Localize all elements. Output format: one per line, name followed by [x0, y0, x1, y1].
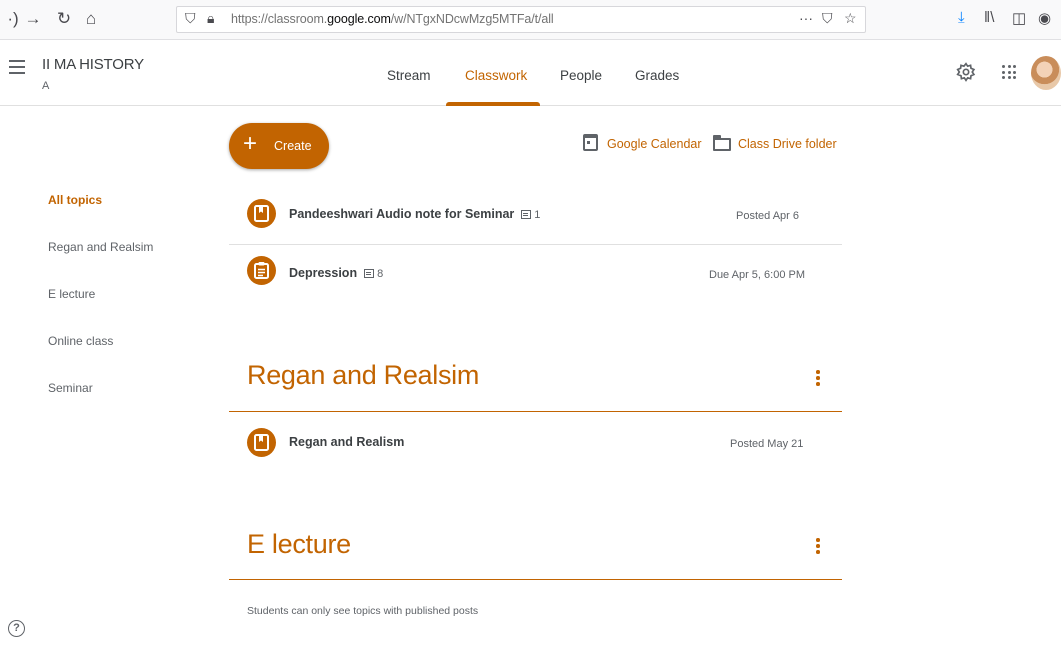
plus-icon: +: [243, 130, 258, 157]
shield-icon[interactable]: ⛉: [185, 10, 196, 27]
class-title[interactable]: II MA HISTORY: [42, 56, 144, 73]
classroom-header: II MA HISTORY A Stream Classwork People …: [0, 40, 1061, 106]
item-date: Due Apr 5, 6:00 PM: [709, 269, 805, 281]
comment-icon: [364, 269, 375, 278]
bookmark-star-icon[interactable]: ☆: [844, 10, 857, 27]
item-title[interactable]: Depression: [289, 266, 357, 280]
comment-count: 8: [377, 268, 384, 280]
assignment-icon[interactable]: [247, 256, 276, 285]
tab-people[interactable]: People: [560, 68, 602, 83]
pocket-icon[interactable]: ⛉: [822, 10, 833, 27]
tab-grades[interactable]: Grades: [635, 68, 679, 83]
sidebar-item-online-class[interactable]: Online class: [48, 334, 113, 348]
section-divider: [229, 579, 842, 580]
list-item[interactable]: Depression 8: [289, 266, 383, 280]
lock-icon[interactable]: 🔒︎: [207, 10, 214, 27]
class-drive-folder-link[interactable]: Class Drive folder: [738, 137, 837, 151]
address-bar[interactable]: ⛉ 🔒︎ https://classroom.google.com/w/NTgx…: [176, 6, 866, 33]
topic-heading-regan-and-realsim[interactable]: Regan and Realsim: [247, 360, 479, 391]
download-icon[interactable]: ⤓: [958, 9, 965, 26]
browser-toolbar: ·) → ↻ ⌂ ⛉ 🔒︎ https://classroom.google.c…: [0, 0, 1061, 40]
topics-visibility-note: Students can only see topics with publis…: [247, 605, 479, 617]
folder-icon[interactable]: [713, 135, 731, 151]
settings-gear-icon[interactable]: [956, 62, 976, 82]
active-tab-indicator: [446, 102, 540, 106]
sidebar-item-regan-and-realsim[interactable]: Regan and Realsim: [48, 240, 153, 254]
reload-icon[interactable]: ↻: [53, 8, 75, 30]
item-title[interactable]: Pandeeshwari Audio note for Seminar: [289, 207, 514, 221]
item-title[interactable]: Regan and Realism: [289, 435, 404, 449]
more-vert-icon[interactable]: [816, 538, 820, 554]
comment-count: 1: [534, 209, 541, 221]
topic-heading-e-lecture[interactable]: E lecture: [247, 529, 351, 560]
account-icon[interactable]: ◉: [1038, 9, 1051, 27]
material-icon[interactable]: [247, 428, 276, 457]
item-date: Posted Apr 6: [736, 210, 799, 222]
google-apps-icon[interactable]: [1002, 65, 1016, 79]
sidebar-item-seminar[interactable]: Seminar: [48, 381, 93, 395]
material-icon[interactable]: [247, 199, 276, 228]
help-icon[interactable]: ?: [8, 620, 25, 637]
list-item[interactable]: Regan and Realism: [289, 435, 404, 449]
home-icon[interactable]: ⌂: [80, 8, 102, 30]
comment-icon: [521, 210, 532, 219]
forward-icon[interactable]: →: [22, 8, 44, 30]
create-button[interactable]: + Create: [229, 123, 329, 169]
sidebar-item-e-lecture[interactable]: E lecture: [48, 287, 95, 301]
back-icon[interactable]: ·): [2, 8, 24, 30]
google-calendar-link[interactable]: Google Calendar: [607, 137, 702, 151]
sidebar-item-all-topics[interactable]: All topics: [48, 193, 102, 207]
divider: [229, 244, 842, 245]
create-button-label: Create: [274, 139, 312, 153]
tab-classwork[interactable]: Classwork: [465, 68, 527, 83]
page-actions-icon[interactable]: ···: [799, 10, 813, 26]
hamburger-menu-icon[interactable]: [9, 60, 25, 74]
calendar-icon[interactable]: [583, 134, 598, 151]
url-text[interactable]: https://classroom.google.com/w/NTgxNDcwM…: [231, 12, 554, 26]
tab-stream[interactable]: Stream: [387, 68, 431, 83]
item-date: Posted May 21: [730, 438, 804, 450]
class-section: A: [42, 80, 50, 92]
section-divider: [229, 411, 842, 412]
sidebar-toggle-icon[interactable]: ◫: [1012, 9, 1026, 27]
more-vert-icon[interactable]: [816, 370, 820, 386]
library-icon[interactable]: ‖\: [984, 9, 994, 26]
list-item[interactable]: Pandeeshwari Audio note for Seminar 1: [289, 207, 540, 221]
avatar[interactable]: [1031, 56, 1061, 90]
